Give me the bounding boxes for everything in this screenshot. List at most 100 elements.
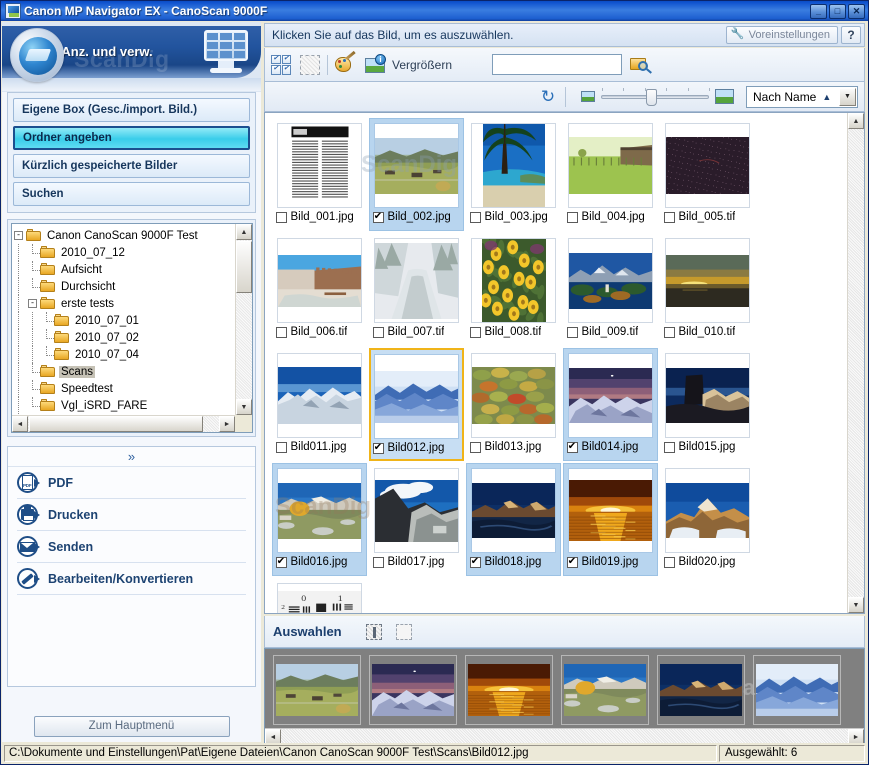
thumbnail-cell[interactable]: Bild013.jpg <box>466 348 561 461</box>
thumbnail-checkbox[interactable] <box>663 211 675 223</box>
thumbnail-checkbox[interactable] <box>566 440 578 453</box>
title-bar[interactable]: Canon MP Navigator EX - CanoScan 9000F _… <box>1 1 868 21</box>
task-item-pdf[interactable]: PDF <box>17 467 246 499</box>
large-thumbnail-icon[interactable] <box>715 89 734 104</box>
thumbnail-cell[interactable]: Bild017.jpg <box>369 463 464 576</box>
thumbnail-cell[interactable]: Bild_002.jpg <box>369 118 464 231</box>
thumbnail-preview[interactable] <box>374 354 459 439</box>
thumbnail-cell[interactable]: Bild_007.tif <box>369 233 464 346</box>
task-item-print[interactable]: Drucken <box>17 499 246 531</box>
tree-scroll-down-button[interactable]: ▼ <box>236 399 252 415</box>
task-item-send[interactable]: Senden <box>17 531 246 563</box>
thumbnail-vertical-scrollbar[interactable]: ▲ ▼ <box>847 113 864 613</box>
thumbnail-preview[interactable] <box>277 123 362 208</box>
thumbnail-preview[interactable] <box>277 353 362 438</box>
thumbnail-cell[interactable]: Bild015.jpg <box>660 348 755 461</box>
tree-scroll-up-button[interactable]: ▲ <box>236 224 252 240</box>
enlarge-label[interactable]: Vergrößern <box>392 58 452 72</box>
small-thumbnail-icon[interactable] <box>581 91 595 102</box>
thumbnail-checkbox[interactable] <box>275 211 287 223</box>
thumbnail-cell[interactable]: Bild_008.tif <box>466 233 561 346</box>
folder-search-icon[interactable] <box>630 55 652 75</box>
collapse-tasks-button[interactable]: » <box>8 447 255 467</box>
thumbnail-cell[interactable]: 012345601USAF9600p... <box>272 578 367 613</box>
thumbnail-cell[interactable]: Bild012.jpg <box>369 348 464 461</box>
tree-scroll-left-button[interactable]: ◄ <box>12 416 28 432</box>
thumbnail-cell[interactable]: Bild_005.tif <box>660 118 755 231</box>
chevron-down-icon[interactable]: ▼ <box>839 87 856 106</box>
search-input[interactable] <box>492 54 623 75</box>
thumbnail-cell[interactable]: Bild016.jpg <box>272 463 367 576</box>
thumbnail-cell[interactable]: Bild_009.tif <box>563 233 658 346</box>
thumbnail-checkbox[interactable] <box>469 211 481 223</box>
thumbnail-preview[interactable] <box>277 468 362 553</box>
thumbnail-preview[interactable] <box>374 238 459 323</box>
close-button[interactable]: ✕ <box>848 3 865 19</box>
thumbnail-preview[interactable] <box>471 238 556 323</box>
thumbnail-checkbox[interactable] <box>372 210 384 223</box>
selection-tray-cell[interactable] <box>369 654 457 725</box>
thumbnail-preview[interactable] <box>568 468 653 553</box>
thumbnail-preview[interactable] <box>471 123 556 208</box>
selection-tray-cell[interactable] <box>753 654 841 725</box>
deselect-all-icon[interactable] <box>300 54 320 75</box>
tree-node[interactable]: - Canon CanoScan 9000F Test <box>12 227 235 244</box>
thumbnail-preview[interactable] <box>568 123 653 208</box>
thumbnail-size-slider[interactable] <box>581 87 734 106</box>
thumbnail-preview[interactable] <box>568 238 653 323</box>
task-item-edit-convert[interactable]: Bearbeiten/Konvertieren <box>17 563 246 595</box>
thumbnail-checkbox[interactable] <box>469 326 481 338</box>
thumbnail-cell[interactable]: Bild_001.jpg <box>272 118 367 231</box>
tree-node[interactable]: 2010_07_01 <box>12 312 235 329</box>
tree-node[interactable]: Speedtest <box>12 380 235 397</box>
thumbnail-checkbox[interactable] <box>566 211 578 223</box>
tree-node[interactable]: Scans <box>12 363 235 380</box>
main-menu-button[interactable]: Zum Hauptmenü <box>33 715 230 737</box>
sort-order-select[interactable]: Nach Name ▲ ▼ <box>746 85 858 108</box>
tree-scroll-thumb[interactable] <box>236 241 252 293</box>
refresh-icon[interactable]: ↻ <box>538 87 558 107</box>
tree-node[interactable]: 2010_07_04 <box>12 346 235 363</box>
tree-expander[interactable]: - <box>12 227 26 244</box>
selection-tray-cell[interactable] <box>657 654 745 725</box>
thumbnail-cell[interactable]: Bild019.jpg <box>563 463 658 576</box>
thumbnail-checkbox[interactable] <box>372 441 384 454</box>
thumbnail-preview[interactable] <box>665 123 750 208</box>
image-info-icon[interactable]: i <box>365 53 387 75</box>
nav-item-specify-folder[interactable]: Ordner angeben <box>13 126 250 150</box>
thumbnail-checkbox[interactable] <box>469 441 481 453</box>
maximize-button[interactable]: □ <box>829 3 846 19</box>
tree-horizontal-scrollbar[interactable]: ◄ ► <box>12 415 235 432</box>
thumbnail-checkbox[interactable] <box>566 555 578 568</box>
tree-node[interactable]: Durchsicht <box>12 278 235 295</box>
minimize-button[interactable]: _ <box>810 3 827 19</box>
thumbnail-preview[interactable] <box>374 123 459 208</box>
selection-tray-cell[interactable] <box>273 654 361 725</box>
selection-tray-cell[interactable] <box>465 654 553 725</box>
thumbnail-preview[interactable] <box>568 353 653 438</box>
thumbnail-preview[interactable] <box>471 468 556 553</box>
thumbnail-checkbox[interactable] <box>372 326 384 338</box>
tree-node[interactable]: - erste tests <box>12 295 235 312</box>
thumbnail-scroll-up-button[interactable]: ▲ <box>848 113 864 129</box>
tree-node[interactable]: 2010_07_02 <box>12 329 235 346</box>
thumbnail-checkbox[interactable] <box>566 326 578 338</box>
tree-node[interactable]: 2010_07_12 <box>12 244 235 261</box>
thumbnail-checkbox[interactable] <box>372 556 384 568</box>
thumbnail-cell[interactable]: Bild014.jpg <box>563 348 658 461</box>
thumbnail-checkbox[interactable] <box>275 555 287 568</box>
tree-node[interactable]: Vgl_iSRD_FARE <box>12 397 235 414</box>
tree-vertical-scrollbar[interactable]: ▲ ▼ <box>235 224 252 415</box>
preferences-button[interactable]: Voreinstellungen <box>725 26 838 44</box>
color-palette-icon[interactable] <box>335 50 356 75</box>
slider-track[interactable] <box>601 87 710 106</box>
thumbnail-cell[interactable]: Bild_004.jpg <box>563 118 658 231</box>
thumbnail-cell[interactable]: Bild_006.tif <box>272 233 367 346</box>
nav-item-recently-saved[interactable]: Kürzlich gespeicherte Bilder <box>13 154 250 178</box>
selection-clear-icon[interactable] <box>395 623 412 640</box>
selection-tray-cell[interactable] <box>561 654 649 725</box>
slider-knob[interactable] <box>646 88 657 106</box>
nav-item-search[interactable]: Suchen <box>13 182 250 206</box>
thumbnail-cell[interactable]: Bild011.jpg <box>272 348 367 461</box>
folder-tree[interactable]: - Canon CanoScan 9000F Test 2010_07_12 Aufs… <box>11 223 253 433</box>
